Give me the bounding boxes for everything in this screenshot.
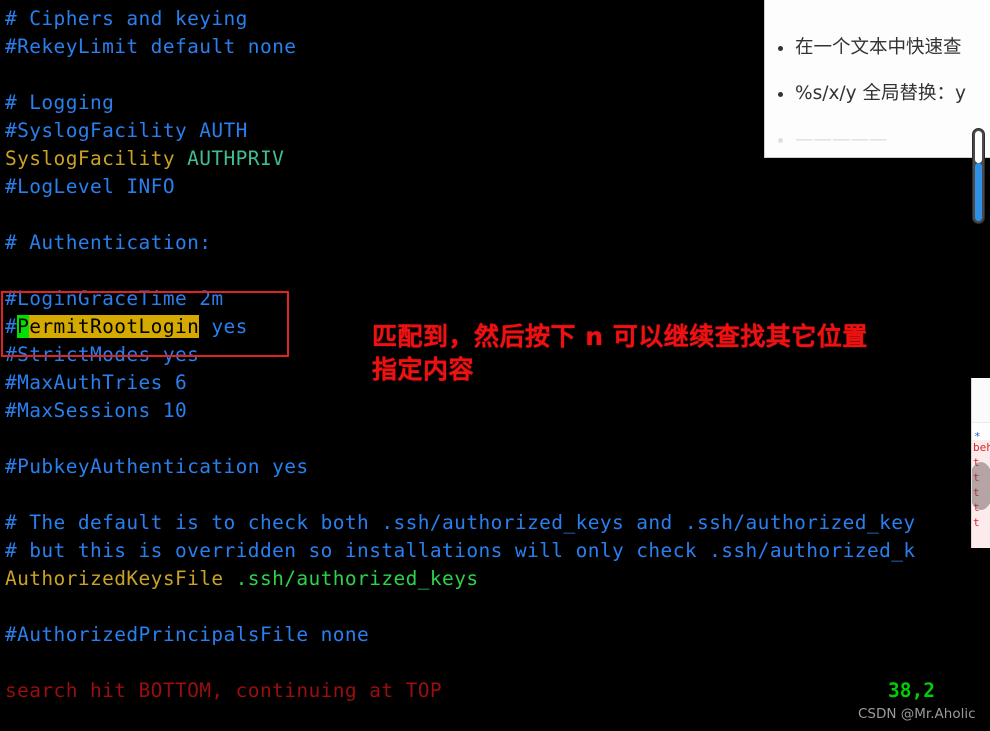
cursor-position: 38,2 [888,679,935,702]
authorizedkeysfile-value: .ssh/authorized_keys [223,567,479,590]
scrollbar-track-upper [975,131,982,163]
side-editor-panel[interactable]: * beh t t t t t [971,378,990,548]
config-line-strictmodes: #StrictModes yes [5,343,200,366]
annotation-text: 匹配到，然后按下 n 可以继续查找其它位置 指定内容 [372,320,972,386]
list-item: ————— [795,128,990,152]
config-line-pubkeyauthentication: #PubkeyAuthentication yes [5,455,309,478]
permitrootlogin-value: yes [199,315,248,338]
annotation-line-2: 指定内容 [372,355,475,384]
config-line-authorizedkeysfile: AuthorizedKeysFile .ssh/authorized_keys [5,565,478,593]
syslogfacility-value: AUTHPRIV [174,147,285,170]
config-line-rekeylimit: #RekeyLimit default none [5,35,297,58]
vertical-scrollbar[interactable] [972,128,985,224]
config-line-overridden-comment: # but this is overridden so installation… [5,539,916,562]
syslogfacility-key: SyslogFacility [5,147,175,170]
config-line-syslogfacility-authpriv: SyslogFacility AUTHPRIV [5,145,284,173]
config-line-logingracetime: #LoginGraceTime 2m [5,287,224,310]
config-line-default-check-comment: # The default is to check both .ssh/auth… [5,511,916,534]
scrollbar-thumb[interactable] [975,163,982,221]
config-line-authentication-header: # Authentication: [5,231,212,254]
watermark-text: CSDN @Mr.Aholic [858,706,976,722]
vim-status-message: search hit BOTTOM, continuing at TOP [5,679,443,702]
config-line-logging-comment: # Logging [5,91,115,114]
config-line-maxauthtries: #MaxAuthTries 6 [5,371,188,394]
config-line-syslogfacility-auth: #SyslogFacility AUTH [5,119,248,142]
search-cursor-char: P [17,315,30,338]
cursor-blob-icon [972,462,990,510]
list-item: beh [973,441,990,454]
config-line-authorizedprincipalsfile: #AuthorizedPrincipalsFile none [5,623,370,646]
notes-popup-panel[interactable]: 在一个文本中快速查 %s/x/y 全局替换：y ————— [764,0,990,158]
notes-bullet-list: 在一个文本中快速查 %s/x/y 全局替换：y ————— [765,0,990,152]
list-item: 在一个文本中快速查 [795,36,990,60]
config-line-loglevel: #LogLevel INFO [5,175,175,198]
config-line-ciphers-comment: # Ciphers and keying [5,7,248,30]
annotation-line-1: 匹配到，然后按下 n 可以继续查找其它位置 [372,322,868,351]
list-item: %s/x/y 全局替换：y [795,82,990,106]
search-match-highlight: ermitRootLogin [29,315,200,338]
side-panel-body: beh t t t t t [972,440,990,548]
config-line-permitrootlogin: #PermitRootLogin yes [5,313,248,341]
side-panel-header [972,378,990,423]
list-item: t [973,516,980,529]
config-line-maxsessions: #MaxSessions 10 [5,399,188,422]
comment-hash: # [5,315,18,338]
authorizedkeysfile-key: AuthorizedKeysFile [5,567,224,590]
